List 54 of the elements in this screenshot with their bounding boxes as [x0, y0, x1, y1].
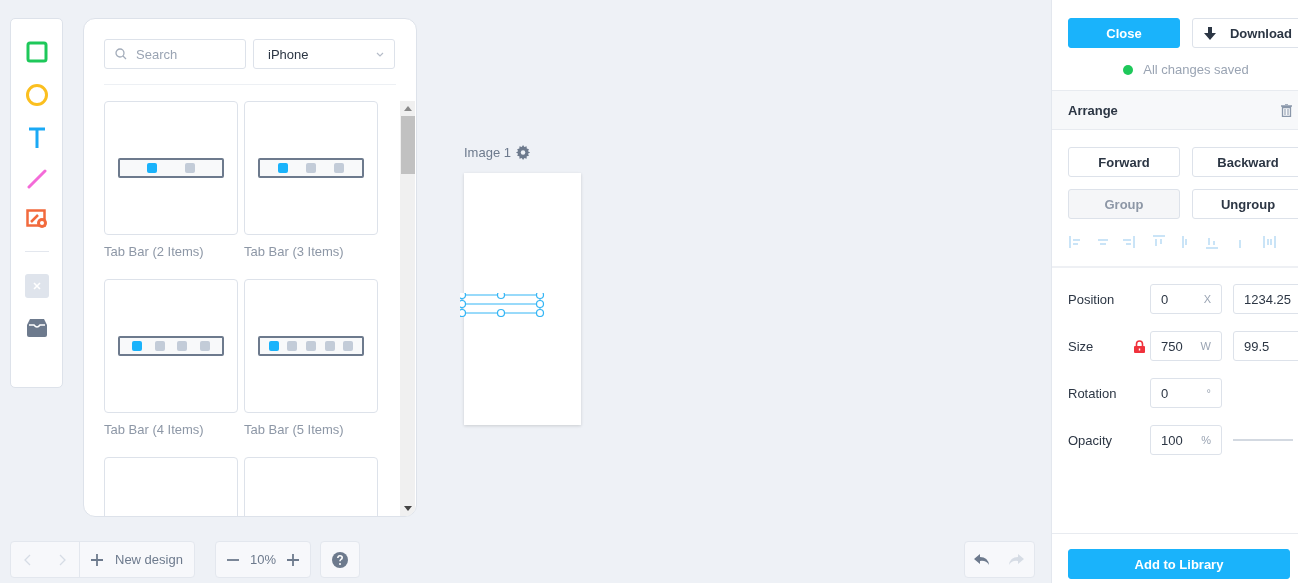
chevron-right-icon — [58, 553, 66, 566]
section-title: Arrange — [1068, 102, 1118, 118]
number-field[interactable]: 100 % — [1150, 425, 1222, 455]
artboard-title: Image 1 — [464, 145, 511, 160]
lock-icon[interactable] — [1134, 339, 1145, 353]
template-label: Tab Bar (2 Items) — [104, 244, 205, 261]
template-card[interactable] — [104, 279, 238, 413]
property-label: Rotation — [1068, 385, 1118, 401]
download-icon — [1203, 26, 1216, 40]
selection-handles[interactable] — [460, 293, 546, 317]
arrange-button[interactable]: Ungroup — [1192, 189, 1298, 219]
plus-icon — [286, 553, 299, 566]
scroll-up-icon[interactable] — [403, 106, 412, 111]
scrollbar[interactable] — [400, 101, 415, 516]
arrange-button[interactable]: Forward — [1068, 147, 1180, 177]
minus-icon — [226, 558, 239, 561]
plus-icon — [91, 553, 103, 566]
number-field[interactable]: 99.5 — [1233, 331, 1298, 361]
inbox-icon[interactable] — [25, 318, 48, 338]
image-tool-icon[interactable] — [25, 209, 48, 229]
help-icon — [331, 551, 348, 568]
number-field[interactable]: 0 X — [1150, 284, 1222, 314]
property-label: Opacity — [1068, 432, 1114, 448]
settings-icon[interactable] — [516, 145, 531, 160]
chevron-down-icon — [376, 51, 384, 57]
redo-icon — [1008, 553, 1024, 566]
search-icon — [115, 48, 127, 60]
search-field[interactable]: Search — [104, 39, 246, 69]
help-button[interactable] — [319, 541, 360, 578]
template-card[interactable] — [244, 101, 378, 235]
trash-icon[interactable] — [1281, 103, 1292, 117]
circle-tool-icon[interactable] — [24, 83, 49, 107]
chevron-left-icon — [24, 553, 32, 566]
arrange-button[interactable]: Backward — [1192, 147, 1298, 177]
download-button[interactable]: Download — [1192, 18, 1298, 48]
zoom-level: 10% — [249, 551, 276, 569]
rectangle-tool-icon[interactable] — [25, 41, 48, 63]
save-status: All changes saved — [1143, 62, 1249, 77]
template-label: Tab Bar (3 Items) — [244, 244, 345, 261]
property-label: Size — [1068, 338, 1095, 354]
template-label: Tab Bar (5 Items) — [244, 422, 345, 439]
text-tool-icon[interactable] — [26, 127, 47, 149]
line-tool-icon[interactable] — [26, 169, 47, 189]
template-card[interactable] — [104, 101, 238, 235]
scroll-down-icon[interactable] — [403, 506, 412, 511]
property-label: Position — [1068, 291, 1116, 307]
number-field[interactable]: 0 ° — [1150, 378, 1222, 408]
template-label: Tab Bar (4 Items) — [104, 422, 205, 439]
number-field[interactable]: 750 W — [1150, 331, 1222, 361]
scrollbar-thumb[interactable] — [400, 116, 415, 174]
template-card[interactable] — [244, 279, 378, 413]
number-field[interactable]: 1234.25 — [1233, 284, 1298, 314]
device-dropdown[interactable]: iPhone — [253, 39, 395, 69]
undo-icon — [974, 553, 990, 566]
